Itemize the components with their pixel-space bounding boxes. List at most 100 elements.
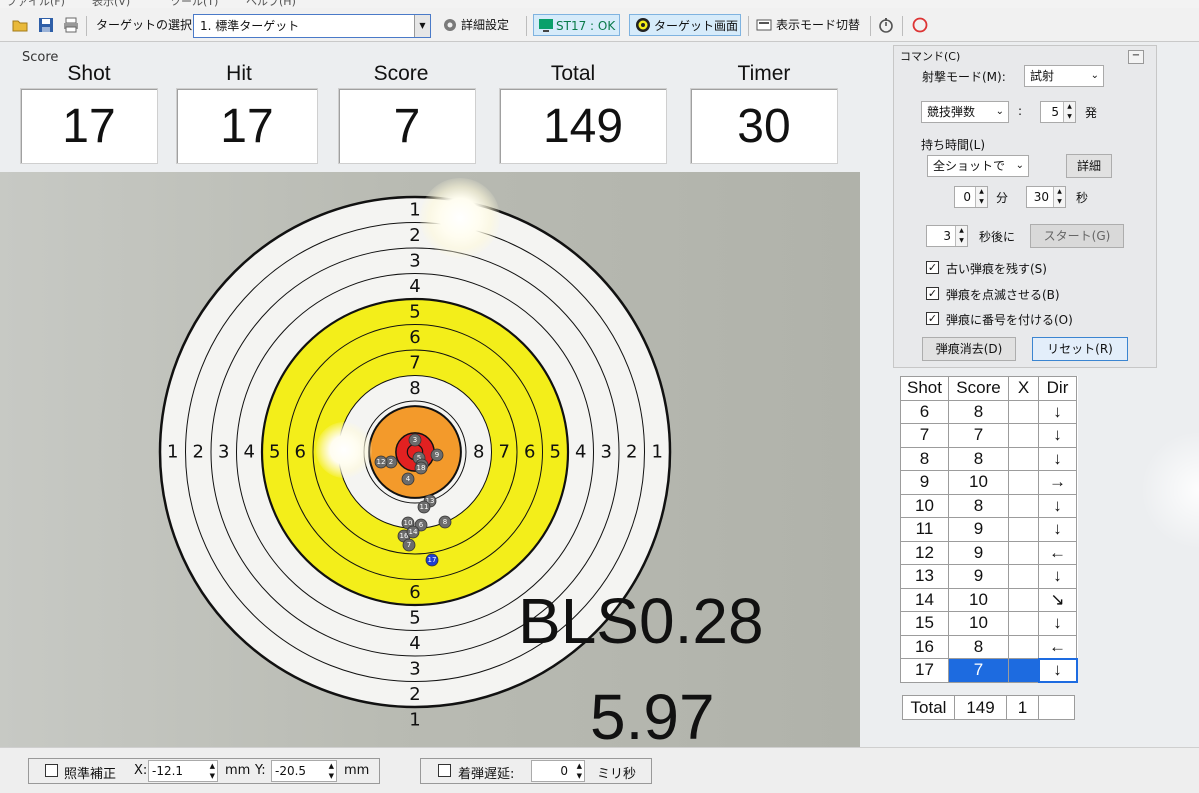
sight-correction-checkbox[interactable] xyxy=(45,764,58,777)
table-row[interactable]: 16 8 ← xyxy=(900,634,1077,659)
detail-settings-button[interactable]: 詳細設定 xyxy=(461,14,509,36)
seconds-unit: 秒 xyxy=(1076,191,1089,205)
target-select-dropdown[interactable]: 1. 標準ターゲット ▼ xyxy=(193,14,431,38)
ring-number-label: 4 xyxy=(409,276,420,297)
ring-number-label: 1 xyxy=(409,709,420,730)
shot-direction-cell: ↓ xyxy=(1037,657,1078,683)
spinner-arrows-icon[interactable]: ▲ ▼ xyxy=(1063,102,1075,122)
spinner-arrows-icon[interactable]: ▲ ▼ xyxy=(955,226,967,246)
shot-score-cell: 8 xyxy=(948,493,1009,518)
screen-glare xyxy=(420,178,500,258)
shot-hole[interactable]: 11 xyxy=(417,500,431,514)
collapse-icon[interactable]: − xyxy=(1128,50,1144,64)
shot-count-value: 17 xyxy=(20,88,158,164)
table-row[interactable]: 11 9 ↓ xyxy=(900,517,1077,542)
count-unit: 発 xyxy=(1085,106,1098,120)
spinner-arrows-icon[interactable]: ▲ ▼ xyxy=(1053,187,1065,207)
toolbar-separator xyxy=(86,16,87,36)
ring-number-label: 1 xyxy=(409,199,420,220)
count-mode-dropdown[interactable]: 競技弾数 ⌄ xyxy=(921,101,1009,123)
hold-mode-dropdown[interactable]: 全ショットで ⌄ xyxy=(927,155,1029,177)
col-header-shot: Shot xyxy=(900,376,949,401)
shot-hole-number: 18 xyxy=(417,464,426,472)
shot-hole[interactable]: 17 xyxy=(425,553,439,567)
shooting-mode-dropdown[interactable]: 試射 ⌄ xyxy=(1024,65,1104,87)
ring-number-label: 5 xyxy=(550,442,561,463)
menu-view[interactable]: 表示(V) xyxy=(92,0,130,8)
minutes-spinner[interactable]: 0 ▲ ▼ xyxy=(954,186,988,208)
delay-spinner[interactable]: 3 ▲ ▼ xyxy=(926,225,968,247)
x-offset-label: X: xyxy=(134,763,148,778)
reset-button[interactable]: リセット(R) xyxy=(1032,337,1128,361)
target-face[interactable]: 1234567865432112345687654321 35911821241… xyxy=(0,172,860,747)
start-button[interactable]: スタート(G) xyxy=(1030,224,1124,248)
print-icon[interactable] xyxy=(63,17,79,33)
table-row[interactable]: 10 8 ↓ xyxy=(900,493,1077,518)
shot-hole-number: 4 xyxy=(406,475,411,483)
hit-count-header: Hit xyxy=(226,62,252,85)
stopwatch-icon[interactable] xyxy=(878,17,894,33)
table-row[interactable]: 12 9 ← xyxy=(900,540,1077,565)
spinner-arrows-icon[interactable]: ▲ ▼ xyxy=(577,761,582,781)
ring-number-label: 3 xyxy=(409,658,420,679)
shot-score-cell: 8 xyxy=(948,446,1009,471)
impact-delay-checkbox[interactable] xyxy=(438,764,451,777)
shot-hole[interactable]: 9 xyxy=(430,448,444,462)
table-row[interactable]: 6 8 ↓ xyxy=(900,399,1077,424)
shot-score-cell: 9 xyxy=(948,540,1009,565)
shot-x-cell xyxy=(1008,587,1039,612)
shooting-mode-value: 試射 xyxy=(1030,69,1055,83)
shot-number-cell: 14 xyxy=(900,587,949,612)
ring-number-label: 7 xyxy=(409,352,420,373)
shot-score-cell: 9 xyxy=(948,564,1009,589)
clear-hits-button[interactable]: 弾痕消去(D) xyxy=(922,337,1016,361)
x-offset-input[interactable]: -12.1 ▲ ▼ xyxy=(148,760,218,782)
ring-number-label: 2 xyxy=(409,684,420,705)
delay-value: 3 xyxy=(943,229,951,243)
count-spinner[interactable]: 5 ▲ ▼ xyxy=(1040,101,1076,123)
table-row[interactable]: 7 7 ↓ xyxy=(900,423,1077,448)
total-score: 149 xyxy=(954,695,1007,720)
save-icon[interactable] xyxy=(38,17,54,33)
menu-tools[interactable]: ツール(T) xyxy=(170,0,218,8)
shot-hole-number: 10 xyxy=(404,519,413,527)
shot-hole[interactable]: 4 xyxy=(401,472,415,486)
shot-hole[interactable]: 8 xyxy=(438,515,452,529)
menu-help[interactable]: ヘルプ(H) xyxy=(246,0,296,8)
spinner-arrows-icon[interactable]: ▲ ▼ xyxy=(329,761,334,781)
seconds-spinner[interactable]: 30 ▲ ▼ xyxy=(1026,186,1066,208)
ring-number-label: 8 xyxy=(409,378,420,399)
shot-hole[interactable]: 12 xyxy=(374,455,388,469)
blink-hits-checkbox[interactable]: ✓ xyxy=(926,287,939,300)
spinner-arrows-icon[interactable]: ▲ ▼ xyxy=(210,761,215,781)
shot-hole[interactable]: 7 xyxy=(402,538,416,552)
spinner-arrows-icon[interactable]: ▲ ▼ xyxy=(975,187,987,207)
keep-old-hits-checkbox[interactable]: ✓ xyxy=(926,261,939,274)
record-icon[interactable] xyxy=(912,17,928,33)
ring-number-label: 6 xyxy=(409,327,420,348)
number-hits-checkbox[interactable]: ✓ xyxy=(926,312,939,325)
table-row[interactable]: 14 10 ↘ xyxy=(900,587,1077,612)
table-row[interactable]: 8 8 ↓ xyxy=(900,446,1077,471)
chevron-down-icon: ⌄ xyxy=(995,106,1004,117)
impact-delay-input[interactable]: 0 ▲ ▼ xyxy=(531,760,585,782)
ring-number-label: 2 xyxy=(409,225,420,246)
x-offset-unit: mm xyxy=(225,763,251,778)
ring-number-label: 7 xyxy=(499,442,510,463)
chevron-down-icon: ⌄ xyxy=(1090,70,1099,81)
table-row[interactable]: 9 10 → xyxy=(900,470,1077,495)
y-offset-input[interactable]: -20.5 ▲ ▼ xyxy=(271,760,337,782)
shot-hole[interactable]: 18 xyxy=(414,461,428,475)
open-folder-icon[interactable] xyxy=(12,17,28,33)
shot-hole[interactable]: 3 xyxy=(408,433,422,447)
table-row[interactable]: 17 7 ↓ xyxy=(900,657,1078,683)
shot-direction-cell: ← xyxy=(1038,634,1077,659)
menu-file[interactable]: ファイル(F) xyxy=(6,0,65,8)
table-row[interactable]: 15 10 ↓ xyxy=(900,611,1077,636)
shot-hole[interactable]: 14 xyxy=(406,525,420,539)
dropdown-arrow-icon[interactable]: ▼ xyxy=(414,15,430,37)
detail-button[interactable]: 詳細 xyxy=(1066,154,1112,178)
table-row[interactable]: 13 9 ↓ xyxy=(900,564,1077,589)
shot-number-cell: 15 xyxy=(900,611,949,636)
display-mode-button[interactable]: 表示モード切替 xyxy=(776,14,860,36)
